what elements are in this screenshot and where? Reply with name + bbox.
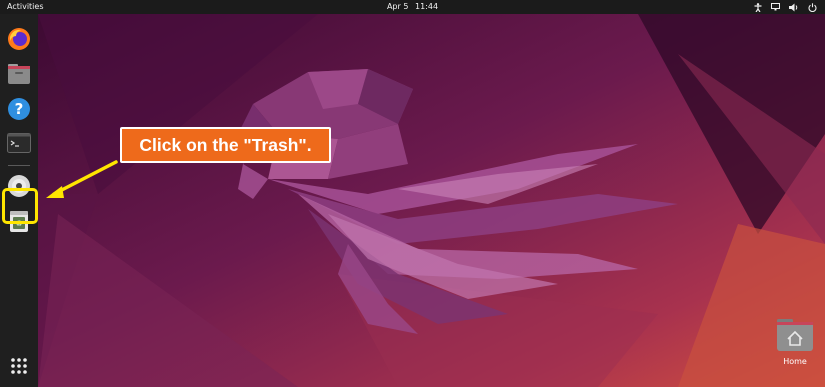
dock-separator — [8, 165, 30, 166]
help-icon: ? — [8, 98, 30, 120]
desktop-wallpaper[interactable] — [38, 14, 825, 387]
home-folder-label: Home — [783, 357, 807, 366]
system-tray[interactable] — [754, 0, 817, 14]
firefox-icon — [8, 28, 30, 50]
desktop-home-folder[interactable] — [776, 318, 814, 352]
dock-item-terminal[interactable] — [4, 128, 34, 158]
svg-text:?: ? — [15, 100, 24, 118]
home-folder-icon — [777, 319, 813, 351]
dock-item-help[interactable]: ? — [4, 94, 34, 124]
files-icon — [8, 64, 30, 84]
accessibility-icon[interactable] — [754, 2, 762, 12]
power-icon[interactable] — [808, 2, 817, 12]
instruction-callout: Click on the "Trash". — [120, 127, 331, 163]
dock-item-firefox[interactable] — [4, 24, 34, 54]
clock-date: Apr 5 — [386, 2, 409, 11]
terminal-icon — [7, 133, 31, 153]
show-apps-icon — [11, 358, 27, 374]
clock[interactable]: Apr 5 11:44 — [0, 0, 825, 14]
dock-item-files[interactable] — [4, 59, 34, 89]
show-apps-button[interactable] — [4, 351, 34, 381]
annotation-arrow — [46, 160, 118, 198]
trash-highlight-box — [2, 188, 38, 224]
top-bar: Activities Apr 5 11:44 — [0, 0, 825, 14]
network-icon[interactable] — [771, 3, 780, 11]
clock-time: 11:44 — [414, 2, 439, 11]
volume-icon[interactable] — [789, 3, 799, 12]
